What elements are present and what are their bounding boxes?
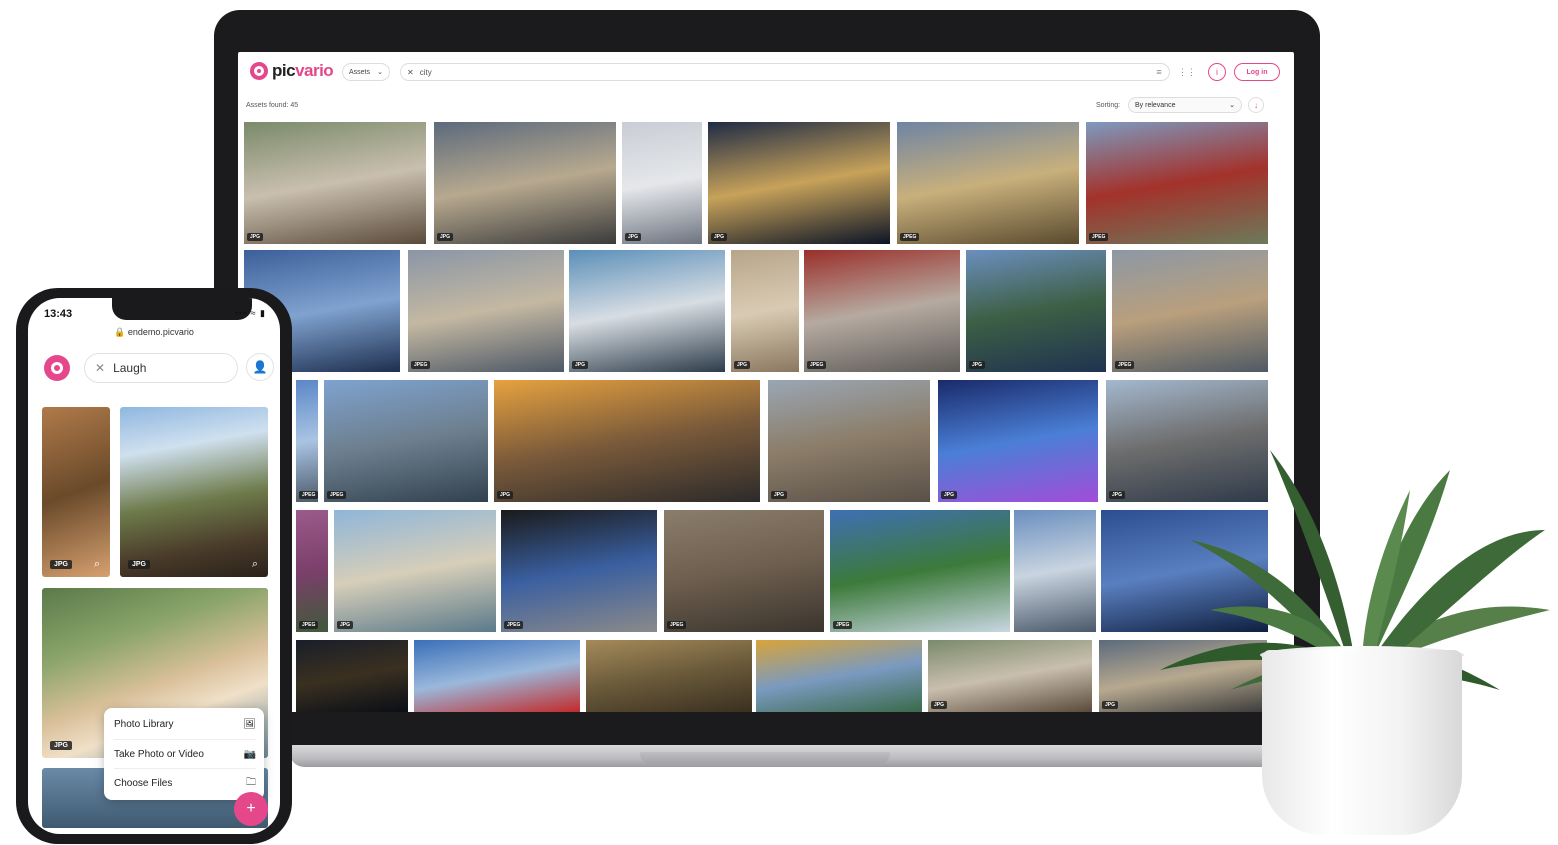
phone-screen: 13:43 ••• ≈ ▮ 🔒 endemo.picvario ✕ Laugh … [28, 298, 280, 834]
add-button[interactable]: + [234, 792, 268, 826]
file-type-badge: JPEG [299, 621, 319, 629]
asset-thumbnail[interactable]: JPEG [830, 510, 1010, 632]
app-header: picvario Assets ⌄ ✕ city ≡ ⋮⋮ i Log in [238, 52, 1294, 92]
file-type-badge: JPEG [411, 361, 431, 369]
mobile-search-input[interactable]: ✕ Laugh [84, 353, 238, 383]
file-type-badge: JPG [969, 361, 986, 369]
file-type-badge: JPG [437, 233, 454, 241]
mobile-search-value: Laugh [113, 361, 147, 375]
asset-thumbnail[interactable] [1014, 510, 1096, 632]
login-button[interactable]: Log in [1234, 63, 1280, 81]
file-type-badge: JPG [572, 361, 589, 369]
menu-choose-files[interactable]: Choose Files 🗀 [114, 768, 256, 797]
file-type-badge: JPEG [833, 621, 853, 629]
asset-thumbnail[interactable]: JPG [938, 380, 1098, 502]
asset-thumbnail[interactable]: JPG [708, 122, 890, 244]
file-type-badge: JPG [1109, 491, 1126, 499]
file-type-badge: JPEG [327, 491, 347, 499]
logo-text: picvario [272, 61, 334, 80]
asset-thumbnail[interactable]: JPG [622, 122, 702, 244]
file-type-badge: JPEG [1115, 361, 1135, 369]
asset-thumbnail[interactable]: JPEG [1086, 122, 1268, 244]
status-time: 13:43 [44, 308, 73, 320]
asset-thumbnail[interactable]: JPG [494, 380, 760, 502]
scope-dropdown[interactable]: Assets ⌄ [342, 63, 390, 81]
asset-thumbnail[interactable]: JPG [334, 510, 496, 632]
clear-search-icon[interactable]: ✕ [407, 68, 414, 77]
asset-thumbnail[interactable]: JPG [768, 380, 930, 502]
asset-thumbnail[interactable] [756, 640, 922, 712]
status-icons: ••• ≈ ▮ [234, 308, 266, 318]
file-type-badge: JPEG [667, 621, 687, 629]
chevron-down-icon: ⌄ [377, 69, 383, 76]
sorting-label: Sorting: [1096, 102, 1121, 109]
filter-icon[interactable]: ⋮⋮ [1178, 65, 1196, 79]
asset-thumbnail[interactable] [586, 640, 752, 712]
asset-thumbnail[interactable]: JPEG [897, 122, 1079, 244]
file-type-badge: JPG [771, 491, 788, 499]
file-type-badge: JPEG [504, 621, 524, 629]
asset-thumbnail[interactable]: JPG [928, 640, 1092, 712]
info-icon[interactable]: i [1208, 63, 1226, 81]
file-type-badge: JPG [941, 491, 958, 499]
asset-thumbnail[interactable]: JPEG [296, 380, 318, 502]
sorting-value: By relevance [1135, 101, 1176, 109]
file-type-badge: JPG [497, 491, 514, 499]
file-type-badge: JPG [734, 361, 751, 369]
file-type-badge: JPG [1102, 701, 1119, 709]
asset-thumbnail[interactable]: JPEG [804, 250, 960, 372]
sorting-dropdown[interactable]: By relevance ⌄ [1128, 97, 1242, 113]
laptop-notch [640, 752, 890, 764]
zoom-icon[interactable]: ⌕ [248, 557, 262, 571]
scope-label: Assets [349, 68, 371, 76]
asset-thumbnail[interactable]: JPG [569, 250, 725, 372]
asset-thumbnail[interactable] [296, 640, 408, 712]
camera-icon: 📷 [243, 748, 256, 760]
browser-url: 🔒 endemo.picvario [114, 327, 194, 337]
laptop-screen: picvario Assets ⌄ ✕ city ≡ ⋮⋮ i Log in A… [238, 52, 1294, 712]
search-input[interactable]: ✕ city [400, 63, 1170, 81]
user-icon[interactable]: 👤 [246, 353, 274, 381]
file-type-badge: JPG [337, 621, 354, 629]
file-type-badge: JPG [247, 233, 264, 241]
file-type-badge: JPEG [299, 491, 318, 499]
folder-icon: 🗀 [246, 776, 256, 788]
asset-thumbnail[interactable]: JPEG [324, 380, 488, 502]
menu-take-photo[interactable]: Take Photo or Video 📷 [114, 739, 256, 768]
asset-thumbnail[interactable]: JPEG [408, 250, 564, 372]
file-type-badge: JPEG [900, 233, 920, 241]
picvario-logo-icon[interactable] [44, 355, 70, 381]
asset-thumbnail[interactable]: JPEG [664, 510, 824, 632]
asset-thumbnail[interactable]: JPG [731, 250, 799, 372]
assets-found-count: Assets found: 45 [246, 102, 299, 109]
file-type-badge: JPG [625, 233, 642, 241]
photo-thumbnail[interactable]: JPG ⌕ [120, 407, 268, 577]
clear-search-icon[interactable]: ✕ [95, 361, 105, 375]
asset-thumbnail[interactable]: JPEG [296, 510, 328, 632]
file-type-badge: JPEG [807, 361, 827, 369]
list-view-icon[interactable]: ≡ [1152, 65, 1166, 79]
picvario-logo[interactable]: picvario [250, 61, 334, 81]
phone-notch [112, 298, 252, 320]
zoom-icon[interactable]: ⌕ [90, 557, 104, 571]
picvario-logo-icon [250, 62, 268, 80]
photo-thumbnail[interactable]: JPG ⌕ [42, 407, 110, 577]
asset-thumbnail[interactable]: JPG [244, 122, 426, 244]
search-value: city [419, 67, 432, 77]
sort-direction-icon[interactable]: ↓ [1248, 97, 1264, 113]
chevron-down-icon: ⌄ [1229, 102, 1235, 109]
asset-thumbnail[interactable]: JPG [434, 122, 616, 244]
plant-pot [1262, 650, 1462, 835]
asset-thumbnail[interactable]: JPEG [1112, 250, 1268, 372]
menu-photo-library[interactable]: Photo Library 🖼 [114, 710, 256, 738]
file-type-badge: JPG [931, 701, 948, 709]
file-type-badge: JPG [711, 233, 728, 241]
upload-menu: Photo Library 🖼 Take Photo or Video 📷 Ch… [104, 708, 264, 800]
asset-thumbnail[interactable] [414, 640, 580, 712]
asset-thumbnail[interactable]: JPG [966, 250, 1106, 372]
asset-thumbnail[interactable]: JPEG [501, 510, 657, 632]
photo-library-icon: 🖼 [243, 718, 256, 730]
file-type-badge: JPEG [1089, 233, 1109, 241]
